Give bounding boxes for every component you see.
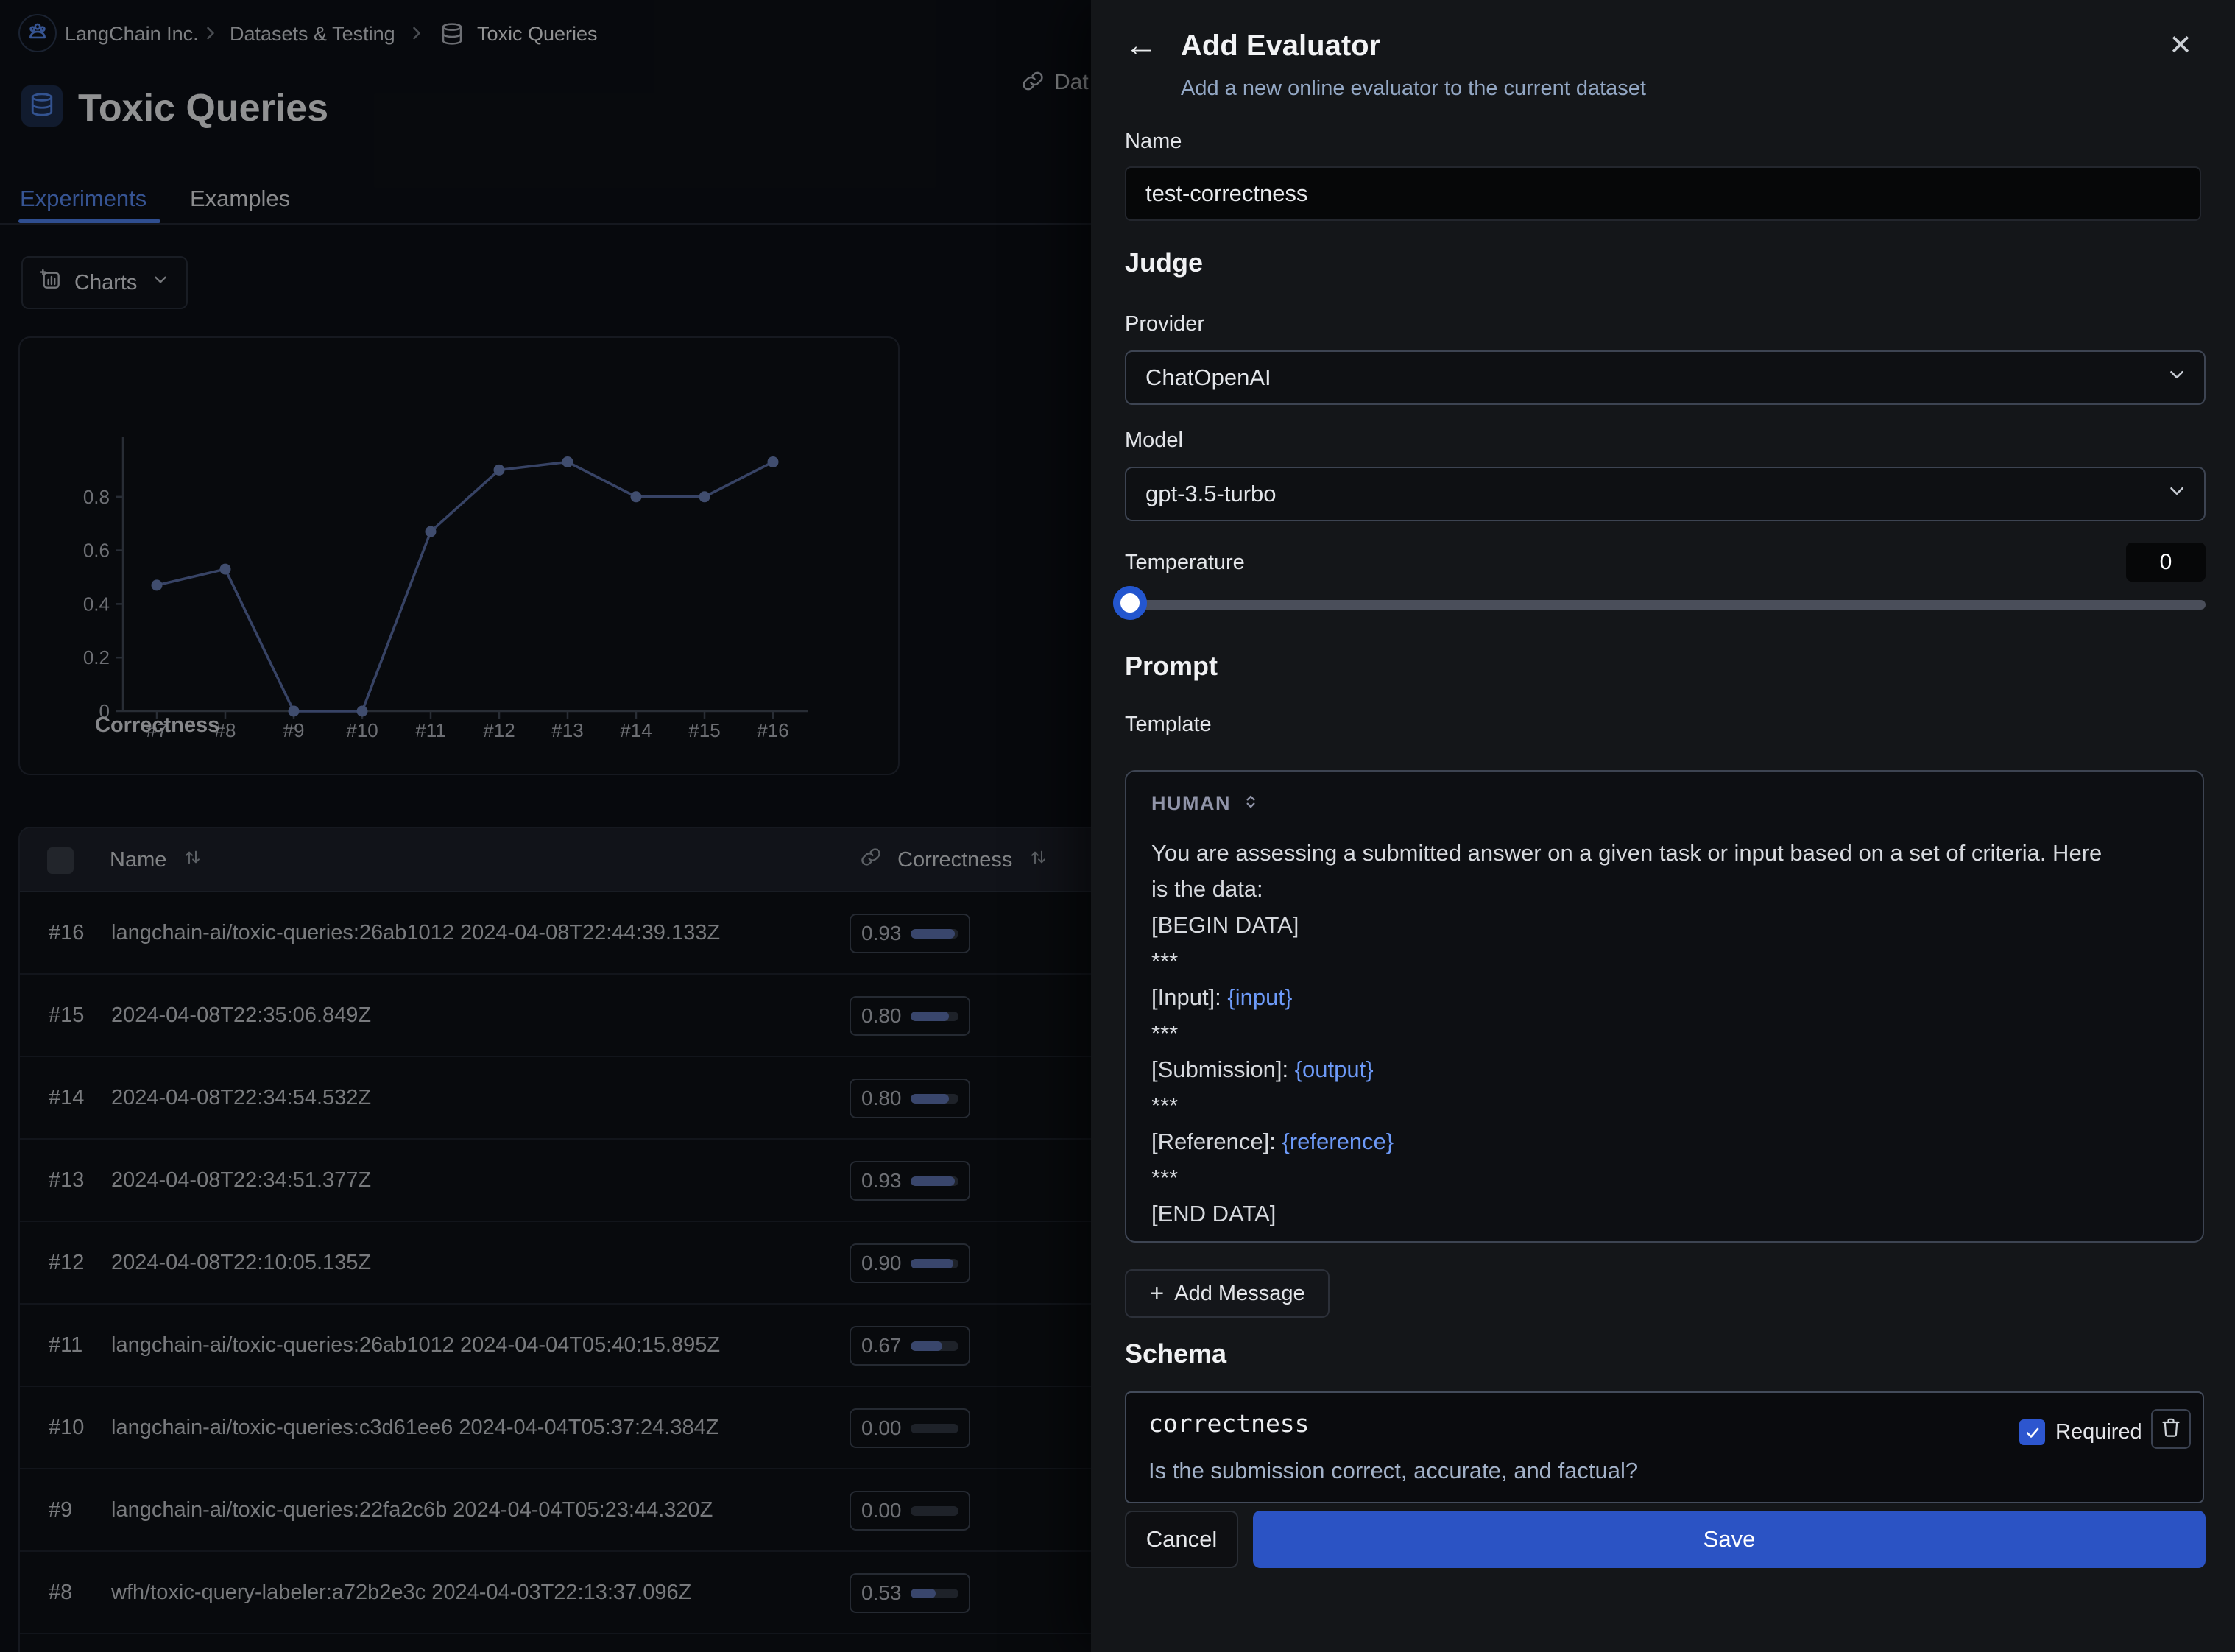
message-role-switcher[interactable]: HUMAN <box>1151 792 1260 815</box>
delete-field-button[interactable] <box>2151 1409 2191 1449</box>
prompt-template-editor[interactable]: HUMAN You are assessing a submitted answ… <box>1125 770 2204 1243</box>
chevron-down-icon <box>2166 480 2188 508</box>
trash-icon <box>2161 1417 2181 1441</box>
close-icon[interactable]: ✕ <box>2160 25 2201 66</box>
model-select[interactable]: gpt-3.5-turbo <box>1125 467 2206 521</box>
add-message-button[interactable]: + Add Message <box>1125 1269 1330 1318</box>
schema-field-name[interactable]: correctness <box>1148 1409 1310 1438</box>
template-variable: {reference} <box>1282 1129 1394 1154</box>
drawer-subtitle: Add a new online evaluator to the curren… <box>1181 77 1646 101</box>
provider-select[interactable]: ChatOpenAI <box>1125 350 2206 405</box>
up-down-chevrons-icon <box>1241 792 1260 815</box>
app-screen: LangChain Inc. Datasets & Testing Toxic … <box>0 0 2235 1652</box>
required-checkbox[interactable] <box>2019 1419 2045 1445</box>
save-button[interactable]: Save <box>1253 1511 2206 1568</box>
name-input[interactable]: test-correctness <box>1125 166 2201 221</box>
template-label: Template <box>1125 713 1212 737</box>
schema-field-description: Is the submission correct, accurate, and… <box>1148 1458 1638 1484</box>
temperature-slider-track[interactable] <box>1123 600 2206 610</box>
name-field-label: Name <box>1125 130 1182 154</box>
required-label: Required <box>2055 1419 2142 1445</box>
chevron-down-icon <box>2166 364 2188 392</box>
drawer-title: Add Evaluator <box>1181 29 1380 63</box>
template-text: You are assessing a submitted answer on … <box>1151 835 2188 1232</box>
temperature-slider-thumb[interactable] <box>1113 586 1147 620</box>
plus-icon: + <box>1149 1281 1164 1306</box>
add-message-label: Add Message <box>1174 1282 1304 1306</box>
message-role-label: HUMAN <box>1151 792 1231 815</box>
schema-section-heading: Schema <box>1125 1338 1226 1369</box>
schema-field-card: correctness Required Is the submission c… <box>1125 1391 2204 1503</box>
judge-section-heading: Judge <box>1125 247 1203 278</box>
model-label: Model <box>1125 428 1183 453</box>
temperature-label: Temperature <box>1125 551 1245 575</box>
template-variable: {output} <box>1295 1056 1374 1082</box>
prompt-section-heading: Prompt <box>1125 651 1218 682</box>
provider-label: Provider <box>1125 312 1204 336</box>
template-variable: {input} <box>1227 984 1292 1010</box>
drawer-overlay[interactable] <box>0 0 1091 1652</box>
back-button[interactable]: ← <box>1120 25 1162 66</box>
add-evaluator-drawer: ← Add Evaluator ✕ Add a new online evalu… <box>1091 0 2235 1652</box>
cancel-button[interactable]: Cancel <box>1125 1511 1238 1568</box>
temperature-value-input[interactable]: 0 <box>2126 543 2206 582</box>
